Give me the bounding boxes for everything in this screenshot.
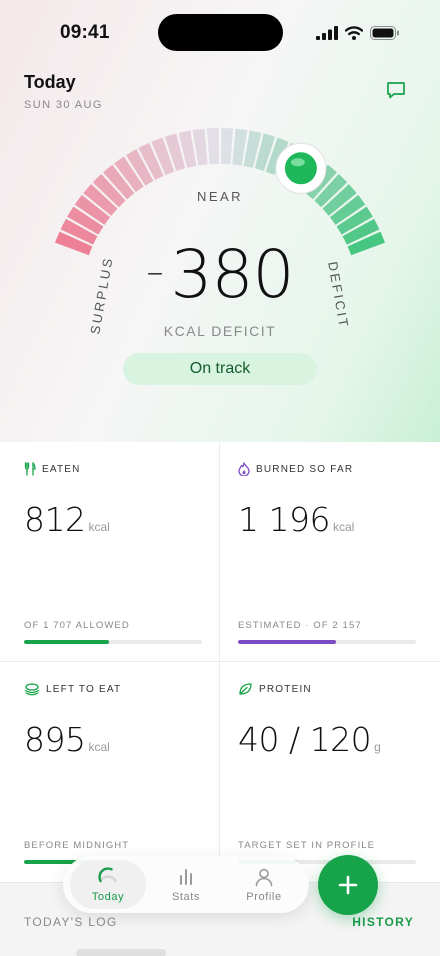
tab-stats[interactable]: Stats [148,860,224,909]
tab-today[interactable]: Today [70,860,146,909]
gauge-segment [206,128,220,165]
flame-icon [238,462,250,476]
deficit-sign: – [146,252,164,292]
card-burned-footer: ESTIMATED · OF 2 157 [238,620,362,631]
gauge-label-near: NEAR [197,189,243,204]
leaf-icon [239,683,252,695]
card-left-value: 895 [24,720,86,759]
gauge-marker [275,142,327,194]
tab-profile[interactable]: Profile [226,860,302,909]
deficit-number: 380 [170,236,295,313]
bar-chart-icon [180,869,192,885]
deficit-value: –380 [120,236,320,313]
todays-log-label: TODAY'S LOG [24,915,118,929]
card-protein-value: 40 / 120 [238,720,372,759]
card-burned-value: 1 196 [238,500,330,539]
card-eaten-progress-fill [24,640,110,644]
card-protein-unit: g [374,740,381,754]
card-eaten-footer: OF 1 707 ALLOWED [24,620,130,631]
card-burned-title: BURNED SO FAR [256,463,354,475]
card-left-to-eat[interactable]: LEFT TO EAT 895 kcal BEFORE MIDNIGHT [0,662,220,882]
card-eaten-title: EATEN [42,463,81,475]
deficit-unit-label: KCAL DEFICIT [163,323,277,339]
card-protein-title: PROTEIN [259,683,312,695]
card-burned-progress-fill [238,640,336,644]
tab-stats-label: Stats [171,891,201,903]
card-eaten-value: 812 [24,500,86,539]
tab-profile-label: Profile [246,891,282,903]
gauge-label-surplus: SURPLUS [87,255,115,335]
card-protein[interactable]: PROTEIN 40 / 120 g TARGET SET IN PROFILE [220,662,440,882]
gauge-label-deficit: DEFICIT [325,260,352,330]
history-link[interactable]: HISTORY [352,915,414,929]
card-burned-progress [238,640,416,644]
plate-icon [24,683,40,696]
tab-bar: Today Stats Profile [63,856,309,913]
card-eaten-unit: kcal [88,520,110,534]
card-protein-footer: TARGET SET IN PROFILE [238,840,376,851]
card-left-unit: kcal [88,740,110,754]
tab-today-label: Today [91,891,125,903]
log-entry-preview [76,949,166,956]
card-eaten[interactable]: EATEN 812 kcal OF 1 707 ALLOWED [0,442,220,662]
add-entry-button[interactable] [318,855,378,915]
status-pill: On track [123,353,317,385]
card-burned-unit: kcal [332,520,355,534]
gauge-segment [220,128,234,165]
card-burned[interactable]: BURNED SO FAR 1 196 kcal ESTIMATED · OF … [220,442,440,662]
progress-ring-icon [98,867,117,883]
plus-icon [338,875,358,895]
card-eaten-progress [24,640,202,644]
stats-grid: EATEN 812 kcal OF 1 707 ALLOWED BURNED S… [0,442,440,882]
card-left-title: LEFT TO EAT [46,683,122,695]
fork-knife-icon [24,462,36,476]
card-left-footer: BEFORE MIDNIGHT [24,840,130,851]
person-icon [255,868,273,887]
